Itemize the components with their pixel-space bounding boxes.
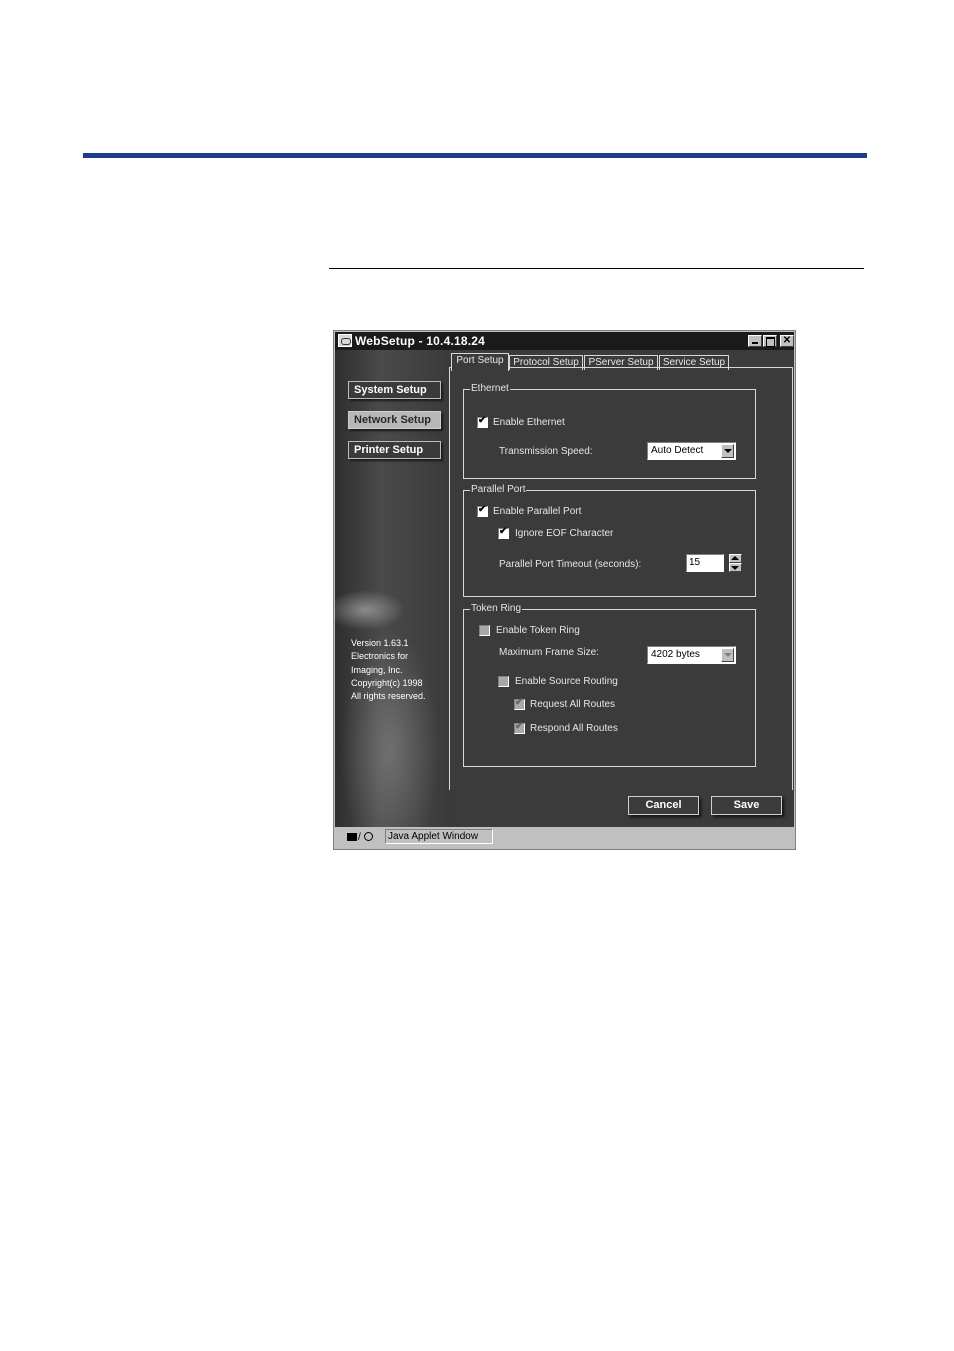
- version-line: Imaging, Inc.: [351, 664, 403, 675]
- respond-all-routes-label: Respond All Routes: [530, 723, 618, 734]
- nav-network-setup-button[interactable]: Network Setup: [348, 411, 441, 429]
- chevron-down-icon[interactable]: [721, 444, 734, 458]
- request-all-routes-label: Request All Routes: [530, 699, 616, 710]
- request-all-routes-checkbox[interactable]: ✔: [514, 697, 525, 710]
- max-frame-size-label: Maximum Frame Size:: [499, 647, 600, 658]
- enable-ethernet-checkbox[interactable]: ✔: [477, 415, 488, 428]
- java-applet-security-icon: /: [347, 832, 375, 843]
- parallel-timeout-label: Parallel Port Timeout (seconds):: [499, 559, 642, 570]
- transmission-speed-select[interactable]: Auto Detect: [647, 442, 736, 460]
- check-icon: ✔: [515, 697, 524, 708]
- nav-system-setup-button[interactable]: System Setup: [348, 381, 441, 399]
- parallel-timeout-spinner: [729, 554, 742, 572]
- token-ring-legend: Token Ring: [470, 603, 523, 615]
- max-frame-size-value: 4202 bytes: [651, 649, 700, 660]
- save-button[interactable]: Save: [711, 796, 782, 815]
- version-line: Version 1.63.1: [351, 638, 409, 648]
- token-ring-group: Token Ring Enable Token Ring Maximum Fra…: [463, 603, 756, 767]
- enable-parallel-port-label: Enable Parallel Port: [493, 506, 582, 517]
- nav-printer-setup-button[interactable]: Printer Setup: [348, 441, 441, 459]
- version-line: Copyright(c) 1998: [351, 677, 423, 688]
- transmission-speed-label: Transmission Speed:: [499, 446, 593, 457]
- ignore-eof-label: Ignore EOF Character: [515, 528, 614, 539]
- header-accent-rule: [83, 153, 867, 158]
- enable-token-ring-label: Enable Token Ring: [496, 625, 580, 636]
- ethernet-legend: Ethernet: [470, 383, 510, 395]
- version-line: All rights reserved.: [351, 691, 426, 702]
- ethernet-group: Ethernet ✔ Enable Ethernet Transmission …: [463, 383, 756, 479]
- max-frame-size-select[interactable]: 4202 bytes: [647, 646, 736, 664]
- maximize-button[interactable]: [763, 335, 777, 347]
- port-setup-panel: Ethernet ✔ Enable Ethernet Transmission …: [449, 367, 793, 790]
- cancel-button[interactable]: Cancel: [628, 796, 699, 815]
- enable-source-routing-label: Enable Source Routing: [515, 676, 618, 687]
- parallel-timeout-input[interactable]: 15: [686, 554, 724, 572]
- version-info: Version 1.63.1 Electronics for Imaging, …: [351, 637, 426, 703]
- check-icon: ✔: [478, 415, 487, 426]
- check-icon: ✔: [499, 526, 508, 537]
- title-bar[interactable]: WebSetup - 10.4.18.24 ✕: [335, 332, 794, 350]
- minimize-button[interactable]: [748, 335, 762, 347]
- app-icon: [338, 334, 352, 347]
- spin-up-icon[interactable]: [729, 554, 742, 563]
- enable-ethernet-label: Enable Ethernet: [493, 417, 565, 428]
- status-text: Java Applet Window: [385, 829, 493, 844]
- section-divider: [329, 268, 864, 269]
- tab-port-setup[interactable]: Port Setup: [451, 353, 509, 371]
- ignore-eof-checkbox[interactable]: ✔: [498, 526, 509, 539]
- respond-all-routes-checkbox[interactable]: ✔: [514, 721, 525, 734]
- spin-down-icon[interactable]: [729, 563, 742, 572]
- close-button[interactable]: ✕: [780, 335, 794, 347]
- chevron-down-icon[interactable]: [721, 648, 734, 662]
- check-icon: ✔: [515, 721, 524, 732]
- check-icon: ✔: [478, 504, 487, 515]
- parallel-port-legend: Parallel Port: [470, 484, 527, 496]
- enable-token-ring-checkbox[interactable]: [479, 625, 490, 636]
- enable-source-routing-checkbox[interactable]: [498, 676, 509, 687]
- enable-parallel-port-checkbox[interactable]: ✔: [477, 504, 488, 517]
- parallel-port-group: Parallel Port ✔ Enable Parallel Port ✔ I…: [463, 484, 756, 597]
- websetup-window: WebSetup - 10.4.18.24 ✕ System Setup Net…: [333, 330, 796, 850]
- status-bar: / Java Applet Window: [335, 827, 794, 849]
- transmission-speed-value: Auto Detect: [651, 445, 704, 456]
- window-title: WebSetup - 10.4.18.24: [355, 334, 486, 348]
- version-line: Electronics for: [351, 651, 409, 662]
- applet-client-area: System Setup Network Setup Printer Setup…: [335, 350, 794, 827]
